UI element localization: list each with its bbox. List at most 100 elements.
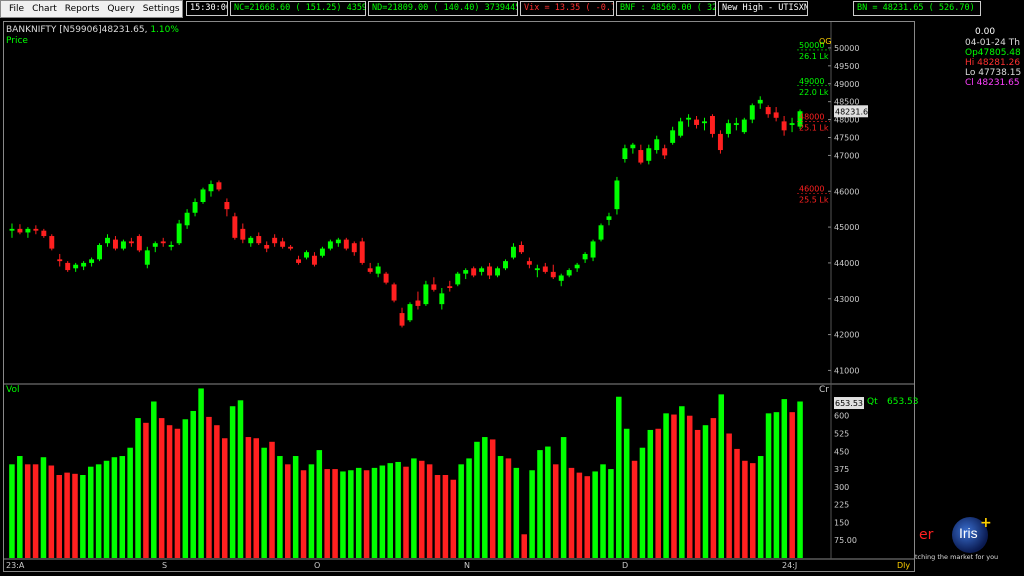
candle-body [598, 225, 604, 240]
candle-body [550, 271, 556, 278]
volume-bar [87, 466, 94, 558]
candle-body [112, 239, 118, 249]
candle-body [526, 261, 532, 265]
candle-body [65, 262, 71, 271]
volume-bar [40, 457, 47, 558]
price-tick-label: 49000 [834, 80, 859, 89]
ticker-nd[interactable]: ND=21809.00 ( 140.40) 37394453 Cr. [368, 1, 518, 16]
volume-bar [229, 406, 236, 558]
candle-body [176, 223, 182, 244]
candle-body [789, 123, 795, 125]
volume-bar [158, 418, 165, 558]
logo-text-left: er [919, 527, 934, 543]
volume-bar [206, 416, 212, 558]
menu-chart[interactable]: Chart [32, 4, 57, 14]
candle-body [81, 262, 87, 267]
candle-body [495, 268, 501, 276]
candle-body [757, 99, 763, 104]
volume-bar [623, 428, 630, 558]
candle-body [327, 241, 333, 249]
x-axis-label: O [314, 561, 320, 570]
price-volume-chart[interactable]: 5000049500490004850048000475004700046000… [4, 22, 914, 571]
volume-bar [174, 428, 181, 558]
volume-bar [631, 460, 638, 558]
candle-body [97, 245, 103, 260]
volume-bar [434, 475, 441, 558]
candle-body [208, 184, 214, 192]
candle-body [232, 216, 238, 238]
volume-bar [529, 470, 535, 558]
volume-bar [316, 450, 323, 558]
candle-body [765, 107, 771, 115]
candle-body [280, 241, 286, 247]
candle-body [359, 241, 365, 263]
ticker-bnf[interactable]: BNF : 48560.00 ( 328.35) [616, 1, 716, 16]
info-date: 04-01-24 Th [965, 38, 1020, 48]
volume-tick-label: 600 [834, 412, 849, 421]
candle-body [447, 286, 453, 288]
candle-body [614, 180, 620, 210]
candle-body [57, 259, 63, 262]
candle-body [455, 273, 461, 285]
candle-body [702, 121, 707, 124]
candle-body [224, 202, 230, 210]
candle-body [136, 236, 142, 251]
volume-bar [608, 469, 614, 558]
candle-body [17, 228, 23, 233]
volume-bar [600, 464, 606, 558]
volume-bar [482, 437, 488, 558]
info-close: Cl 48231.65 [965, 78, 1020, 88]
candle-body [487, 266, 493, 276]
menu-settings[interactable]: Settings [143, 4, 180, 14]
menu-reports[interactable]: Reports [65, 4, 100, 14]
volume-bar [639, 447, 646, 558]
volume-bar [773, 412, 780, 558]
volume-bar [734, 448, 740, 558]
candle-body [654, 139, 660, 151]
level-price-label: 48000 [799, 113, 824, 122]
volume-bar [750, 463, 756, 558]
volume-bar [616, 396, 622, 558]
x-axis-label: S [162, 561, 167, 570]
info-open: Op47805.48 [965, 48, 1021, 58]
candle-body [128, 241, 134, 244]
candle-body [49, 236, 55, 249]
ticker-vix[interactable]: Vix = 13.35 ( -0.75) [520, 1, 614, 16]
candle-body [741, 119, 747, 133]
candle-body [25, 228, 31, 233]
volume-bar [64, 472, 70, 558]
price-tick-label: 41000 [834, 366, 859, 375]
candle-body [622, 148, 628, 159]
candle-body [89, 259, 95, 263]
volume-tick-label: 75.00 [834, 536, 857, 545]
price-tick-label: 47500 [834, 134, 859, 143]
candle-body [542, 266, 548, 272]
volume-bar [726, 433, 732, 558]
volume-bar [505, 458, 512, 558]
qt-label: Qt [867, 397, 878, 407]
candle-body [694, 119, 700, 125]
candle-body [152, 243, 158, 247]
menu-file[interactable]: File [9, 4, 24, 14]
candle-body [200, 189, 206, 202]
volume-bar [253, 438, 260, 558]
volume-bar [584, 476, 591, 558]
ticker-nc[interactable]: NC=21668.60 ( 151.25) 43593 Cr. [230, 1, 366, 16]
volume-axis: 600 525 450 375 300 225 150 75.00 [834, 412, 857, 546]
candle-body [503, 261, 508, 269]
volume-bar [663, 413, 669, 558]
price-tick-label: 50000 [834, 44, 859, 53]
ticker-new-high[interactable]: New High - UTISXN50 [718, 1, 808, 16]
menu-query[interactable]: Query [107, 4, 134, 14]
candle-body [343, 239, 349, 249]
price-tick-label: 49500 [834, 62, 859, 71]
volume-tick-label: 225 [834, 501, 849, 510]
info-value-top: 0.00 [975, 27, 996, 37]
chart-panel[interactable]: BANKNIFTY [N59906]48231.65, 1.10% Price … [3, 21, 915, 572]
ticker-bn[interactable]: BN = 48231.65 ( 526.70) [853, 1, 981, 16]
volume-bar [190, 410, 196, 558]
candle-body [160, 241, 166, 244]
volume-bar [72, 473, 78, 558]
volume-bar [387, 463, 393, 558]
volume-bar [80, 475, 86, 558]
